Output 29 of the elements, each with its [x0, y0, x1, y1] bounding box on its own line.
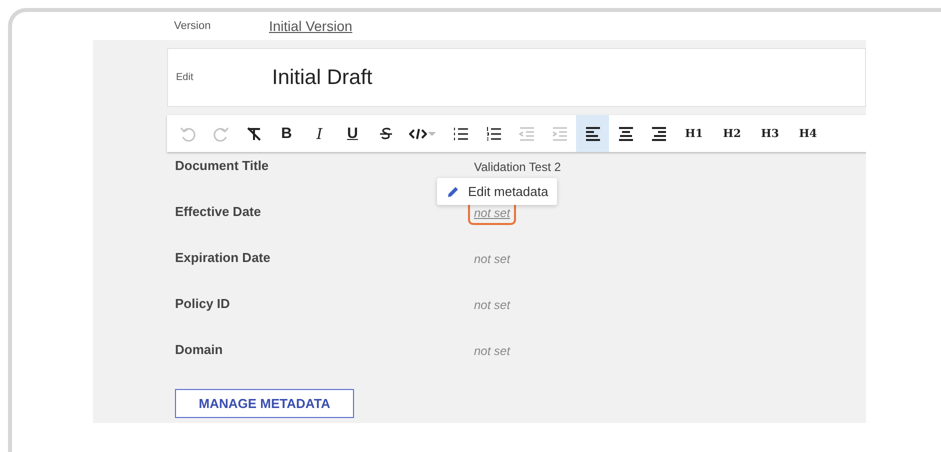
- field-label: Domain: [175, 342, 224, 357]
- manage-metadata-button[interactable]: MANAGE METADATA: [175, 389, 354, 418]
- field-value[interactable]: Validation Test 2: [468, 155, 567, 179]
- align-center-icon: [616, 124, 634, 142]
- undo-icon: [178, 124, 196, 142]
- field-label: Document Title: [175, 158, 270, 173]
- field-label: Effective Date: [175, 204, 262, 219]
- numbers-icon: [484, 124, 502, 142]
- field-label: Expiration Date: [175, 250, 272, 265]
- heading-button[interactable]: H4: [789, 115, 827, 152]
- underline-button[interactable]: U: [336, 115, 369, 152]
- align-left-icon: [584, 124, 602, 142]
- tooltip-text: Edit metadata: [468, 184, 548, 199]
- heading-button[interactable]: H1: [675, 115, 713, 152]
- indent-icon: [550, 124, 568, 142]
- pencil-icon: [446, 184, 460, 198]
- italic-button[interactable]: I: [303, 115, 336, 152]
- heading-button[interactable]: H2: [713, 115, 751, 152]
- title-field[interactable]: Edit Initial Draft: [167, 48, 866, 107]
- align-right-icon: [650, 124, 668, 142]
- align-left-button[interactable]: [576, 115, 609, 152]
- outdent-icon: [518, 124, 536, 142]
- clear-format-icon: [244, 124, 262, 142]
- redo-icon: [212, 124, 230, 142]
- field-label: Policy ID: [175, 296, 231, 311]
- version-link[interactable]: Initial Version: [269, 18, 352, 34]
- heading-button[interactable]: H3: [751, 115, 789, 152]
- version-label: Version: [174, 20, 212, 32]
- bold-button[interactable]: B: [270, 115, 303, 152]
